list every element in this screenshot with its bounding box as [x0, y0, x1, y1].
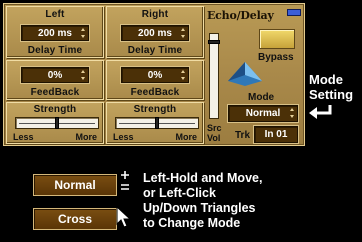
- example-cross-value: Cross: [57, 212, 92, 226]
- bypass-label: Bypass: [258, 52, 294, 63]
- right-less-label: Less: [113, 132, 134, 142]
- example-normal-value: Normal: [54, 178, 96, 192]
- right-strength-label: Strength: [133, 104, 177, 115]
- src-vol-slider-knob[interactable]: [208, 40, 220, 44]
- help-text: Left-Hold and Move, or Left-Click Up/Dow…: [143, 171, 262, 231]
- right-delay-updown-icon[interactable]: [181, 28, 185, 38]
- mode-setting-annotation: Mode Setting: [309, 72, 353, 102]
- left-less-label: Less: [13, 132, 34, 142]
- right-strength-slider-knob[interactable]: [155, 117, 159, 129]
- right-delay-time-value: 200 ms: [138, 27, 172, 39]
- left-strength-slider-knob[interactable]: [55, 117, 59, 129]
- mode-updown-icon[interactable]: [290, 108, 294, 118]
- src-vol-slider[interactable]: [208, 33, 220, 119]
- status-led-icon: [287, 9, 301, 16]
- track-select[interactable]: In 01: [254, 126, 298, 143]
- help-line-1: Left-Hold and Move,: [143, 171, 263, 185]
- left-delay-cell: Left 200 ms Delay Time: [6, 6, 104, 58]
- left-delay-time-field[interactable]: 200 ms: [21, 25, 89, 41]
- src-vol-label-vol: Vol: [207, 133, 221, 143]
- right-strength-cell: Strength Less More: [106, 102, 204, 144]
- right-strength-slider[interactable]: [115, 117, 199, 129]
- arrow-left-icon: [309, 105, 332, 119]
- left-strength-label: Strength: [33, 104, 77, 115]
- left-strength-slider[interactable]: [15, 117, 99, 129]
- help-line-4: to Change Mode: [143, 216, 241, 230]
- mode-select-value: Normal: [245, 108, 281, 119]
- mode-setting-line1: Mode: [309, 72, 343, 87]
- left-strength-cell: Strength Less More: [6, 102, 104, 144]
- plugin-title: Echo/Delay: [207, 9, 274, 22]
- trk-label: Trk: [235, 130, 251, 141]
- mouse-cursor-icon: [116, 206, 132, 228]
- right-feedback-value: 0%: [147, 69, 163, 81]
- right-more-label: More: [175, 132, 197, 142]
- help-line-2: or Left-Click: [143, 186, 216, 200]
- mode-setting-line2: Setting: [309, 87, 354, 102]
- example-cross-select: Cross: [33, 208, 117, 230]
- left-feedback-updown-icon[interactable]: [81, 70, 85, 80]
- right-delay-time-field[interactable]: 200 ms: [121, 25, 189, 41]
- bypass-button[interactable]: [259, 29, 295, 49]
- left-delay-time-value: 200 ms: [38, 27, 72, 39]
- right-feedback-updown-icon[interactable]: [181, 70, 185, 80]
- plus-minus-icon: [121, 171, 129, 190]
- mode-select[interactable]: Normal: [228, 105, 298, 122]
- left-feedback-cell: 0% FeedBack: [6, 60, 104, 100]
- right-header: Right: [141, 9, 169, 20]
- left-more-label: More: [75, 132, 97, 142]
- mode-label: Mode: [248, 92, 275, 103]
- left-feedback-value: 0%: [47, 69, 63, 81]
- track-select-value: In 01: [264, 129, 288, 140]
- left-delay-updown-icon[interactable]: [81, 28, 85, 38]
- pyramid-logo-icon: [228, 62, 262, 86]
- right-feedback-label: FeedBack: [130, 87, 180, 98]
- right-delay-cell: Right 200 ms Delay Time: [106, 6, 204, 58]
- example-normal-select: Normal: [33, 174, 117, 196]
- help-line-3: Up/Down Triangles: [143, 201, 256, 215]
- right-delay-time-label: Delay Time: [127, 45, 183, 56]
- src-vol-label-src: Src: [207, 123, 222, 133]
- left-feedback-label: FeedBack: [30, 87, 80, 98]
- echo-delay-plugin-panel: Left 200 ms Delay Time 0% FeedBack Stren…: [3, 3, 305, 146]
- right-feedback-field[interactable]: 0%: [121, 67, 189, 83]
- left-header: Left: [45, 9, 65, 20]
- left-delay-time-label: Delay Time: [27, 45, 83, 56]
- right-feedback-cell: 0% FeedBack: [106, 60, 204, 100]
- left-feedback-field[interactable]: 0%: [21, 67, 89, 83]
